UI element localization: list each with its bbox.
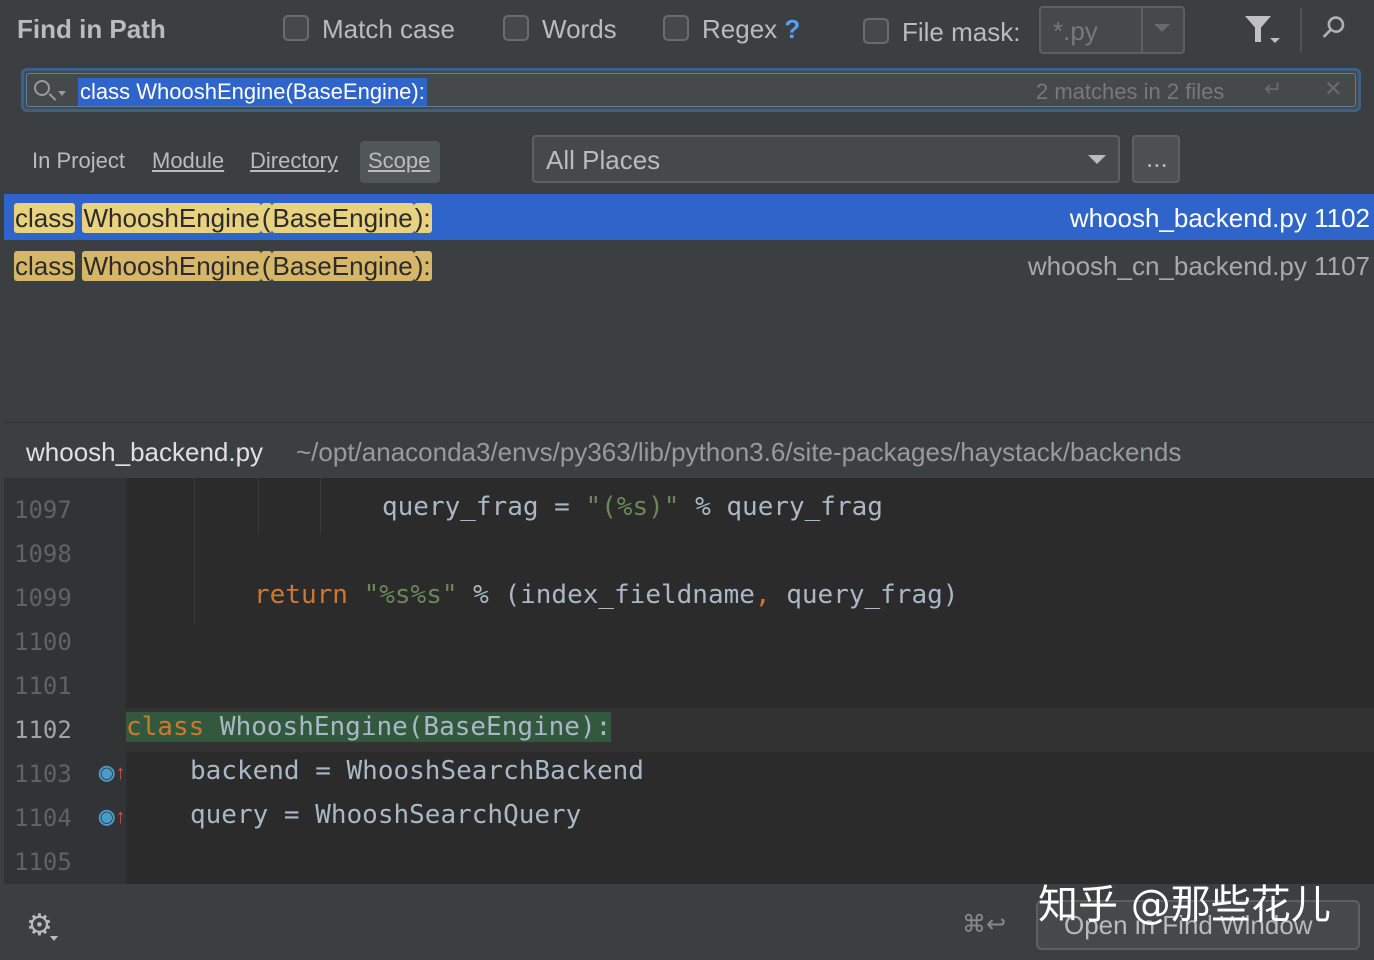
tab-in-project[interactable]: In Project xyxy=(32,148,125,174)
line-number: 1101 xyxy=(14,672,72,700)
settings-dropdown-icon[interactable] xyxy=(50,936,58,941)
code-text: % (index_fieldname xyxy=(457,580,755,610)
words-label[interactable]: Words xyxy=(542,14,617,45)
code-line-1102: class WhooshEngine(BaseEngine): xyxy=(126,712,612,742)
scope-select[interactable]: All Places xyxy=(532,135,1120,183)
clear-search-icon[interactable]: ✕ xyxy=(1324,76,1342,102)
file-mask-divider xyxy=(1141,8,1143,52)
preview-file-header: whoosh_backend.py ~/opt/anaconda3/envs/p… xyxy=(4,422,1374,479)
overrides-icon[interactable]: ◉↑ xyxy=(98,760,125,785)
dialog-title: Find in Path xyxy=(17,14,166,44)
file-mask-checkbox[interactable] xyxy=(863,18,889,44)
search-input[interactable]: class WhooshEngine(BaseEngine): xyxy=(78,78,427,106)
overrides-icon[interactable]: ◉↑ xyxy=(98,804,125,829)
toolbar-divider xyxy=(1300,8,1302,52)
code-keyword: return xyxy=(254,580,348,610)
chevron-down-icon[interactable] xyxy=(1154,24,1170,32)
new-line-icon[interactable]: ↵ xyxy=(1264,76,1282,102)
match-fragment: WhooshEngine xyxy=(82,251,261,281)
scope-select-value[interactable]: All Places xyxy=(546,145,660,176)
line-number: 1104 xyxy=(14,804,72,832)
chevron-down-icon[interactable] xyxy=(1088,155,1106,164)
code-keyword: class xyxy=(126,712,205,742)
match-fragment: ): xyxy=(413,203,432,233)
line-number: 1099 xyxy=(14,584,72,612)
code-string: "(%s)" xyxy=(585,492,680,522)
filter-icon-stem[interactable] xyxy=(1255,28,1261,42)
code-text: query_frag) xyxy=(770,580,959,610)
match-count: 2 matches in 2 files xyxy=(1036,79,1225,104)
results-list[interactable]: class WhooshEngine(BaseEngine): whoosh_b… xyxy=(4,194,1374,422)
match-case-checkbox[interactable] xyxy=(283,15,309,41)
code-comma: , xyxy=(754,580,771,610)
regex-checkbox[interactable] xyxy=(663,15,689,41)
line-number: 1100 xyxy=(14,628,72,656)
code-line-1103: backend = WhooshSearchBackend xyxy=(190,756,644,786)
code-line-1097: query_frag = "(%s)" % query_frag xyxy=(382,492,883,522)
code-line-1104: query = WhooshSearchQuery xyxy=(190,800,582,830)
code-text: WhooshEngine(BaseEngine): xyxy=(204,712,612,742)
indent-guide xyxy=(320,478,321,534)
code-text: query_frag = xyxy=(382,492,586,522)
match-fragment: class xyxy=(14,203,76,233)
match-fragment: class xyxy=(14,251,76,281)
preview-file-name: whoosh_backend.py xyxy=(26,437,264,467)
result-match-text: class WhooshEngine(BaseEngine): xyxy=(14,251,432,282)
tab-scope[interactable]: Scope xyxy=(368,148,430,174)
line-number: 1098 xyxy=(14,540,72,568)
result-file: whoosh_backend.py 1102 xyxy=(1069,203,1370,233)
shortcut-hint: ⌘↩ xyxy=(962,911,1007,938)
result-row[interactable]: class WhooshEngine(BaseEngine): whoosh_b… xyxy=(4,194,1374,240)
match-fragment: ( xyxy=(260,203,272,233)
regex-help-link[interactable]: ? xyxy=(784,14,800,44)
result-file: whoosh_cn_backend.py 1107 xyxy=(1027,251,1370,281)
code-string: "%s%s" xyxy=(363,580,458,610)
gear-icon[interactable]: ⚙ xyxy=(26,908,53,943)
indent-guide xyxy=(258,478,259,534)
words-checkbox[interactable] xyxy=(503,15,529,41)
line-gutter: 1097 1098 1099 1100 1101 1102 1103 1104 … xyxy=(4,478,126,884)
tab-module[interactable]: Module xyxy=(152,148,224,174)
filter-dropdown-icon[interactable] xyxy=(1270,38,1280,43)
pin-icon[interactable]: ⚲ xyxy=(1313,7,1353,47)
match-fragment: ): xyxy=(413,251,432,281)
code-line-1099: return "%s%s" % (index_fieldname, query_… xyxy=(254,580,958,610)
file-mask-input[interactable]: *.py xyxy=(1053,16,1098,47)
result-match-text: class WhooshEngine(BaseEngine): xyxy=(14,203,432,234)
match-case-label[interactable]: Match case xyxy=(322,14,455,45)
scope-more-label[interactable]: ... xyxy=(1146,143,1168,174)
indent-guide xyxy=(194,478,195,624)
scope-more-button[interactable]: ... xyxy=(1132,135,1180,183)
match-fragment: ( xyxy=(260,251,272,281)
tab-directory[interactable]: Directory xyxy=(250,148,338,174)
match-fragment: BaseEngine xyxy=(271,203,414,233)
file-mask-label[interactable]: File mask: xyxy=(902,17,1020,48)
line-number: 1105 xyxy=(14,848,72,876)
code-preview[interactable]: 1097 1098 1099 1100 1101 1102 1103 1104 … xyxy=(4,478,1374,884)
code-text: % query_frag xyxy=(679,492,883,522)
search-history-dropdown-icon[interactable] xyxy=(58,91,66,96)
result-row[interactable]: class WhooshEngine(BaseEngine): whoosh_c… xyxy=(4,242,1374,288)
search-field[interactable]: class WhooshEngine(BaseEngine): 2 matche… xyxy=(21,68,1361,112)
preview-file-path: ~/opt/anaconda3/envs/py363/lib/python3.6… xyxy=(296,437,1182,467)
line-number: 1103 xyxy=(14,760,72,788)
line-number: 1097 xyxy=(14,496,72,524)
regex-label[interactable]: Regex ? xyxy=(702,14,800,45)
file-mask-combobox[interactable]: *.py xyxy=(1039,6,1185,54)
regex-label-text[interactable]: Regex xyxy=(702,14,777,44)
match-fragment: BaseEngine xyxy=(271,251,414,281)
watermark: 知乎 @那些花儿 xyxy=(1038,882,1331,928)
line-number-current: 1102 xyxy=(14,716,72,744)
match-fragment: WhooshEngine xyxy=(82,203,261,233)
